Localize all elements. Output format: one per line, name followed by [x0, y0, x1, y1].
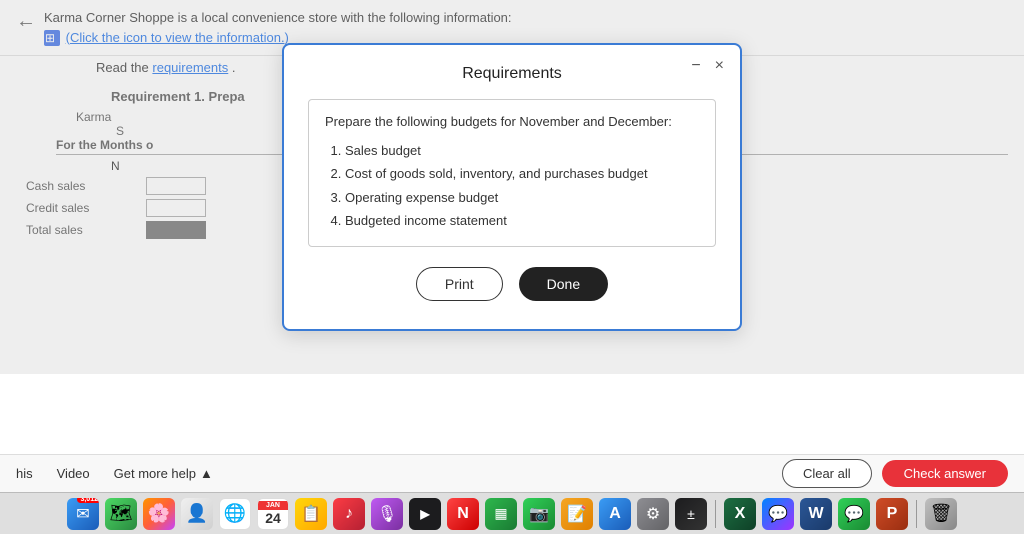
list-item: Sales budget [345, 139, 699, 162]
dock-settings[interactable]: ⚙ [637, 498, 669, 530]
requirements-modal: − × Requirements Prepare the following b… [282, 43, 742, 332]
dock-word[interactable]: W [800, 498, 832, 530]
facetime-icon: 📷 [529, 504, 549, 524]
dock-powerpoint[interactable]: P [876, 498, 908, 530]
dock-separator-2 [916, 500, 917, 528]
clear-all-button[interactable]: Clear all [782, 459, 872, 488]
print-button[interactable]: Print [416, 267, 503, 301]
trash-icon: 🗑 [930, 503, 953, 524]
mail-badge: 3,012 [77, 498, 99, 503]
excel-icon: X [735, 505, 746, 523]
list-item: Operating expense budget [345, 186, 699, 209]
dock-appletv[interactable]: ▶ [409, 498, 441, 530]
mail-icon: ✉ [76, 504, 89, 524]
dock: ✉ 3,012 🗺 🌸 👤 🌐 JAN 24 📋 ♪ 🎙 ▶ N ▦ 📷 📝 A [0, 492, 1024, 534]
modal-controls: − × [689, 57, 726, 75]
dock-music[interactable]: ♪ [333, 498, 365, 530]
dock-numbers[interactable]: ▦ [485, 498, 517, 530]
dock-facetime[interactable]: 📷 [523, 498, 555, 530]
toolbar-video-link[interactable]: Video [57, 466, 90, 481]
dock-appstore[interactable]: A [599, 498, 631, 530]
dock-calculator[interactable]: ± [675, 498, 707, 530]
settings-icon: ⚙ [646, 504, 660, 524]
dock-mail[interactable]: ✉ 3,012 [67, 498, 99, 530]
dock-messenger[interactable]: 💬 [762, 498, 794, 530]
dock-podcasts[interactable]: 🎙 [371, 498, 403, 530]
messenger-icon: 💬 [768, 504, 788, 524]
dock-separator [715, 500, 716, 528]
contacts-icon: 👤 [186, 503, 208, 524]
expand-icon: ▲ [200, 466, 213, 481]
appletv-icon: ▶ [420, 507, 429, 521]
calendar-date-label: 24 [265, 510, 281, 526]
modal-body: Prepare the following budgets for Novemb… [308, 99, 716, 248]
modal-overlay: − × Requirements Prepare the following b… [0, 0, 1024, 374]
done-button[interactable]: Done [519, 267, 608, 301]
toolbar-his-link[interactable]: his [16, 466, 33, 481]
main-content: ← Karma Corner Shoppe is a local conveni… [0, 0, 1024, 454]
news-icon: N [457, 505, 469, 523]
modal-minimize-button[interactable]: − [689, 57, 702, 75]
calendar-month-label: JAN [258, 501, 288, 510]
dock-excel[interactable]: X [724, 498, 756, 530]
notes-icon: 📋 [301, 504, 321, 524]
list-item: Budgeted income statement [345, 209, 699, 232]
photos-icon: 🌸 [148, 503, 170, 524]
maps-icon: 🗺 [110, 503, 133, 524]
powerpoint-icon: P [887, 505, 898, 523]
bottom-toolbar: his Video Get more help ▲ Clear all Chec… [0, 454, 1024, 492]
dock-news[interactable]: N [447, 498, 479, 530]
check-answer-button[interactable]: Check answer [882, 460, 1008, 487]
dock-notes[interactable]: 📋 [295, 498, 327, 530]
podcasts-icon: 🎙 [377, 504, 397, 524]
modal-title: Requirements [308, 65, 716, 83]
modal-intro: Prepare the following budgets for Novemb… [325, 114, 699, 129]
get-more-help-label: Get more help [114, 466, 196, 481]
chrome-icon: 🌐 [224, 503, 246, 524]
numbers-icon: ▦ [494, 505, 507, 522]
pages-icon: 📝 [567, 504, 587, 524]
music-icon: ♪ [345, 505, 353, 523]
get-more-help-button[interactable]: Get more help ▲ [114, 466, 213, 481]
modal-close-button[interactable]: × [713, 57, 726, 75]
list-item: Cost of goods sold, inventory, and purch… [345, 162, 699, 185]
word-icon: W [808, 505, 823, 523]
dock-calendar[interactable]: JAN 24 [257, 498, 289, 530]
dock-trash[interactable]: 🗑 [925, 498, 957, 530]
dock-photos[interactable]: 🌸 [143, 498, 175, 530]
appstore-icon: A [609, 505, 621, 523]
dock-contacts[interactable]: 👤 [181, 498, 213, 530]
calculator-icon: ± [687, 506, 695, 522]
dock-maps[interactable]: 🗺 [105, 498, 137, 530]
dock-chrome[interactable]: 🌐 [219, 498, 251, 530]
requirements-list: Sales budget Cost of goods sold, invento… [345, 139, 699, 233]
dock-messages[interactable]: 💬 [838, 498, 870, 530]
modal-footer: Print Done [308, 267, 716, 301]
toolbar-right: Clear all Check answer [782, 459, 1008, 488]
dock-pages[interactable]: 📝 [561, 498, 593, 530]
messages-icon: 💬 [844, 504, 864, 524]
